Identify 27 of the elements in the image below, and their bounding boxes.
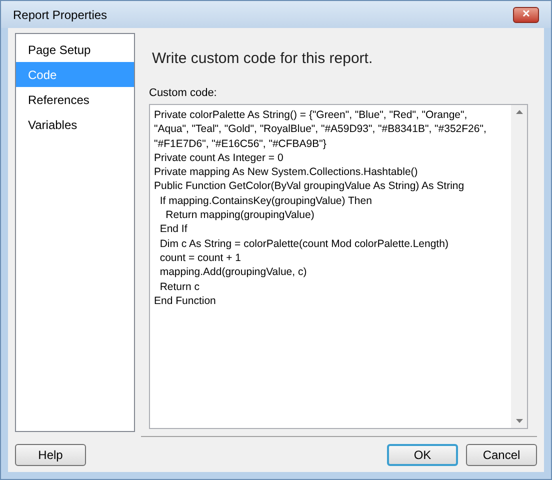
help-button[interactable]: Help xyxy=(15,444,86,466)
ok-button[interactable]: OK xyxy=(387,444,458,466)
code-line: End Function xyxy=(154,294,217,308)
scroll-up-icon[interactable] xyxy=(516,110,522,114)
code-line: "#F1E7D6", "#E16C56", "#CFBA9B"} xyxy=(154,136,328,151)
page-heading: Write custom code for this report. xyxy=(152,49,374,69)
sidebar-item[interactable]: Page Setup xyxy=(16,37,134,62)
code-line: Public Function GetColor(ByVal groupingValue As String) As String xyxy=(154,179,466,194)
sidebar-item[interactable]: References xyxy=(16,87,134,112)
code-line: End If xyxy=(158,222,188,237)
cancel-button[interactable]: Cancel xyxy=(466,444,537,466)
window-title: Report Properties xyxy=(13,6,108,24)
code-editor[interactable] xyxy=(149,104,528,429)
scroll-down-icon[interactable] xyxy=(516,419,522,423)
sidebar-item[interactable]: Variables xyxy=(16,112,134,137)
code-line: Private colorPalette As String() = {"Green", "Blue", "Red", "Orange", xyxy=(154,108,468,122)
code-line: Private mapping As New System.Collections.Hashtable() xyxy=(154,165,419,180)
scrollbar[interactable] xyxy=(511,105,527,428)
code-line: Return mapping(groupingValue) xyxy=(164,208,316,222)
code-line: Return c xyxy=(158,280,201,294)
code-line: If mapping.ContainsKey(groupingValue) Then xyxy=(158,194,373,208)
code-line: Dim c As String = colorPalette(count Mod colorPalette.Length) xyxy=(158,236,450,251)
code-line: count = count + 1 xyxy=(158,250,242,266)
field-label: Custom code: xyxy=(149,86,218,100)
code-line: Private count As Integer = 0 xyxy=(154,150,284,166)
code-line: mapping.Add(groupingValue, c) xyxy=(158,265,308,280)
code-line: "Aqua", "Teal", "Gold", "RoyalBlue", "#A59D93", "#B8341B", "#352F26", xyxy=(154,122,488,137)
